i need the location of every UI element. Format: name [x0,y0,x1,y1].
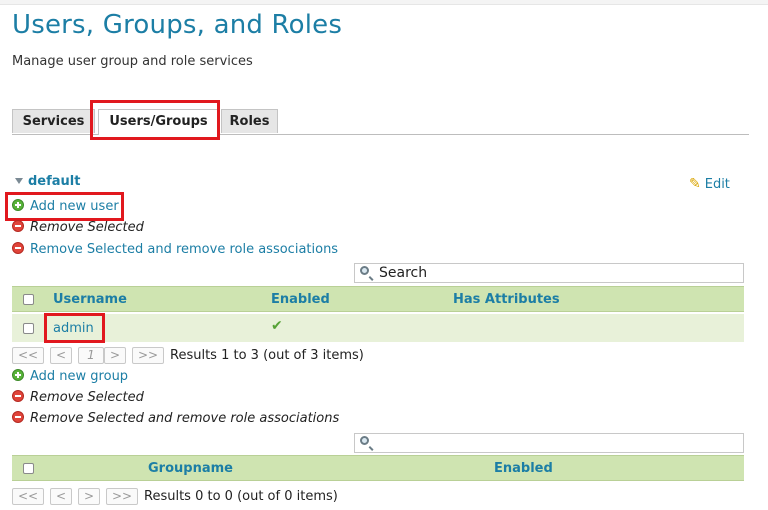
search-icon [360,266,369,275]
add-group-link[interactable]: Add new group [12,368,128,386]
tab-roles[interactable]: Roles [221,109,278,133]
row-checkbox[interactable] [23,323,34,334]
add-icon [12,199,24,211]
results-summary: Results 0 to 0 (out of 0 items) [144,489,338,504]
column-username[interactable]: Username [53,292,127,307]
edit-label: Edit [704,177,730,192]
column-groupname[interactable]: Groupname [148,461,233,476]
tab-users-groups[interactable]: Users/Groups [98,109,219,135]
results-summary: Results 1 to 3 (out of 3 items) [170,348,364,363]
pencil-icon: ✎ [689,176,701,192]
next-page-button[interactable]: > [104,347,126,364]
remove-icon [12,411,24,423]
users-table-header: Username Enabled Has Attributes [12,286,744,312]
service-name: default [28,174,81,189]
add-icon [12,369,24,381]
column-enabled[interactable]: Enabled [494,461,553,476]
column-has-attributes[interactable]: Has Attributes [453,292,560,307]
enabled-check-icon: ✔ [271,318,283,334]
last-page-button[interactable]: >> [132,347,164,364]
tab-bar: Services Users/Groups Roles [12,109,749,135]
select-all-users-checkbox[interactable] [23,294,34,305]
page-title: Users, Groups, and Roles [12,10,343,40]
first-page-button[interactable]: << [12,347,44,364]
column-enabled[interactable]: Enabled [271,292,330,307]
remove-selected-label: Remove Selected [30,390,144,405]
add-user-label: Add new user [30,199,119,214]
group-search-input[interactable] [354,433,744,453]
remove-assoc-label: Remove Selected and remove role associat… [30,411,340,426]
remove-icon [12,390,24,402]
page-subtitle: Manage user group and role services [12,54,253,69]
prev-page-button[interactable]: < [50,488,72,505]
prev-page-button[interactable]: < [50,347,72,364]
select-all-groups-checkbox[interactable] [23,463,34,474]
user-search-input[interactable]: Search [354,263,744,283]
first-page-button[interactable]: << [12,488,44,505]
edit-link[interactable]: ✎ Edit [689,176,730,192]
search-icon [360,436,369,445]
remove-selected-groups[interactable]: Remove Selected [12,389,144,407]
collapse-triangle-icon [15,178,23,184]
search-placeholder: Search [379,265,428,281]
remove-selected-users-assoc[interactable]: Remove Selected and remove role associat… [12,241,338,259]
username-link[interactable]: admin [53,321,94,336]
remove-selected-users[interactable]: Remove Selected [12,219,144,237]
remove-selected-groups-assoc[interactable]: Remove Selected and remove role associat… [12,410,339,428]
remove-assoc-label: Remove Selected and remove role associat… [30,242,339,257]
last-page-button[interactable]: >> [106,488,138,505]
tab-services[interactable]: Services [12,109,95,133]
groups-table-header: Groupname Enabled [12,455,744,481]
top-strip [0,0,768,5]
remove-icon [12,242,24,254]
table-row: admin ✔ [12,314,744,342]
add-user-link[interactable]: Add new user [12,198,119,216]
page-number[interactable]: 1 [78,347,104,364]
service-section-toggle[interactable]: default [15,174,80,189]
remove-icon [12,220,24,232]
next-page-button[interactable]: > [78,488,100,505]
remove-selected-label: Remove Selected [30,220,144,235]
add-group-label: Add new group [30,369,129,384]
